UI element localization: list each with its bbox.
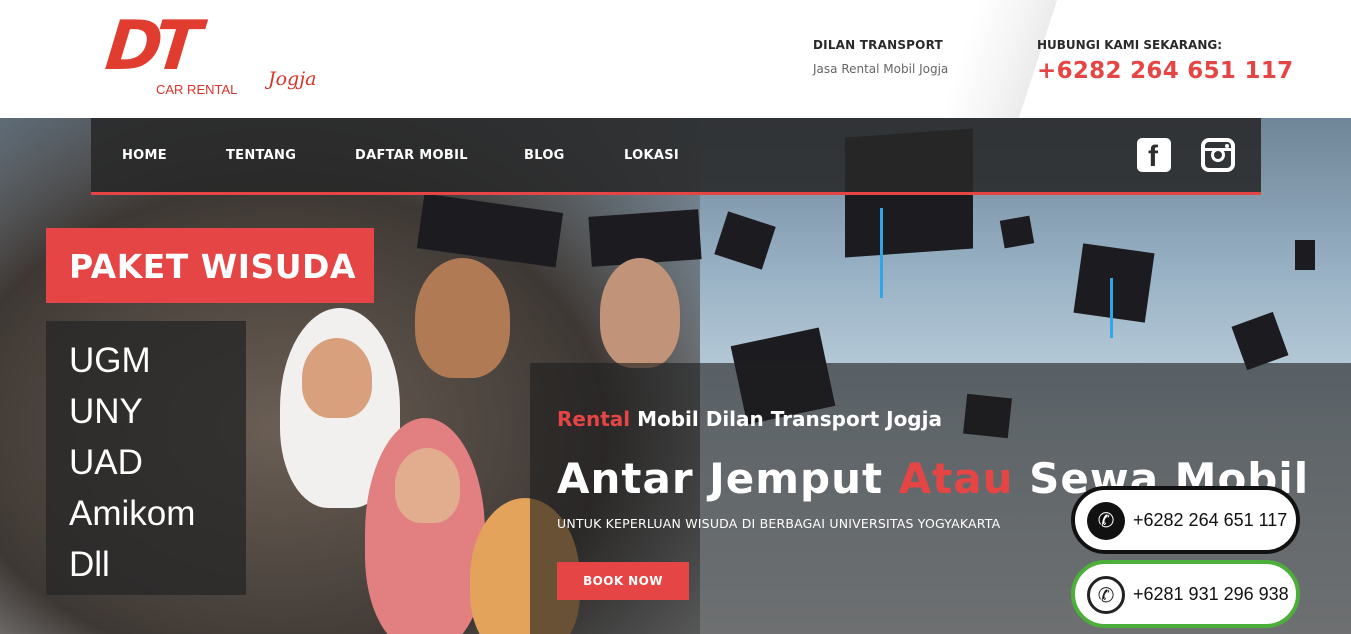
hero-subtitle-rest: Mobil Dilan Transport Jogja — [630, 407, 942, 431]
logo-script: Jogja — [268, 68, 317, 90]
book-now-button[interactable]: BOOK NOW — [557, 562, 689, 600]
graduation-cap-decor — [1231, 311, 1289, 371]
nav-lokasi[interactable]: LOKASI — [624, 148, 679, 163]
university-item: Dll — [69, 545, 110, 584]
brand-name: DILAN TRANSPORT — [813, 38, 943, 52]
university-list: UGM UNY UAD Amikom Dll — [46, 321, 246, 595]
graduate-photo — [600, 258, 680, 368]
brand-tagline: Jasa Rental Mobil Jogja — [813, 62, 949, 76]
hero-subtitle-highlight: Rental — [557, 407, 631, 431]
university-item: UAD — [69, 443, 143, 482]
university-item: Amikom — [69, 494, 196, 533]
university-item: UNY — [69, 392, 143, 431]
hero-caption: UNTUK KEPERLUAN WISUDA DI BERBAGAI UNIVE… — [557, 516, 1001, 531]
hero-subtitle: Rental Mobil Dilan Transport Jogja — [557, 407, 942, 431]
contact-info: HUBUNGI KAMI SEKARANG: +6282 264 651 117 — [1037, 38, 1293, 84]
graduate-photo — [395, 448, 460, 523]
nav-home[interactable]: HOME — [122, 148, 167, 163]
graduation-cap-decor — [714, 211, 776, 270]
university-item: UGM — [69, 341, 151, 380]
graduate-photo — [302, 338, 372, 418]
logo-mark: DT — [101, 7, 198, 86]
call-button[interactable]: ✆ +6282 264 651 117 — [1071, 486, 1300, 554]
phone-icon: ✆ — [1087, 502, 1125, 540]
instagram-icon[interactable] — [1201, 138, 1235, 172]
whatsapp-number: +6281 931 296 938 — [1133, 584, 1289, 604]
tassel-decor — [880, 208, 883, 298]
call-number: +6282 264 651 117 — [1133, 510, 1288, 530]
contact-label: HUBUNGI KAMI SEKARANG: — [1037, 38, 1223, 52]
hero-headline-highlight: Atau — [898, 454, 1014, 503]
logo-subtitle: CAR RENTAL — [156, 82, 238, 97]
main-navbar: HOME TENTANG DAFTAR MOBIL BLOG LOKASI f — [91, 118, 1261, 195]
paket-wisuda-title: PAKET WISUDA — [69, 247, 356, 286]
brand-info: DILAN TRANSPORT Jasa Rental Mobil Jogja — [813, 38, 948, 76]
contact-phone[interactable]: +6282 264 651 117 — [1037, 58, 1293, 84]
graduation-cap-decor — [1073, 243, 1155, 323]
hero-headline-part1: Antar Jemput — [557, 454, 899, 503]
nav-tentang[interactable]: TENTANG — [226, 148, 296, 163]
whatsapp-icon: ✆ — [1087, 576, 1125, 614]
graduation-cap-decor — [1295, 240, 1315, 270]
tassel-decor — [1110, 278, 1113, 338]
site-header: DT CAR RENTAL Jogja DILAN TRANSPORT Jasa… — [0, 0, 1351, 118]
graduate-photo — [415, 258, 510, 378]
nav-daftar-mobil[interactable]: DAFTAR MOBIL — [355, 148, 468, 163]
paket-wisuda-banner: PAKET WISUDA — [46, 228, 374, 303]
site-logo[interactable]: DT CAR RENTAL Jogja — [101, 7, 317, 100]
whatsapp-button[interactable]: ✆ +6281 931 296 938 — [1071, 560, 1300, 628]
graduation-cap-decor — [999, 215, 1035, 249]
nav-blog[interactable]: BLOG — [524, 148, 565, 163]
facebook-icon[interactable]: f — [1137, 138, 1171, 173]
